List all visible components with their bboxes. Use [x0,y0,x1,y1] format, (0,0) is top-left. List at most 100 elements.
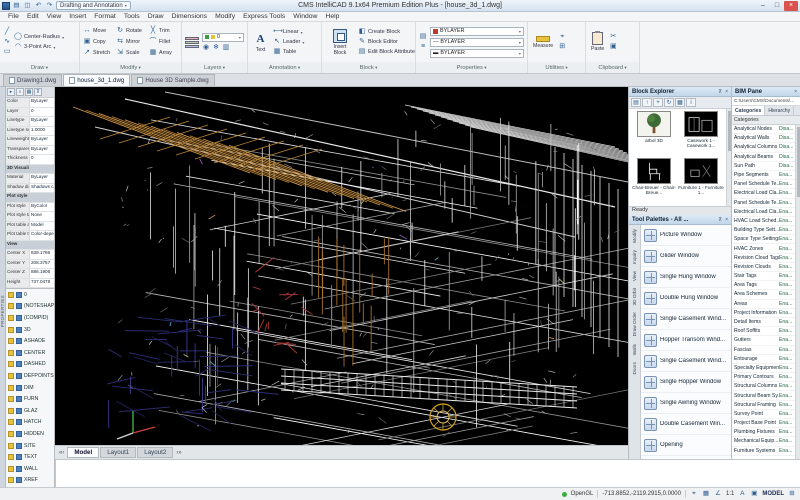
bim-category-row[interactable]: HVAC Load Sched... Ena... [732,217,795,226]
menu-item[interactable]: Express Tools [239,13,289,20]
layout-tab[interactable]: Layout1 [100,447,136,458]
tool-palette-item[interactable]: Single Hopper Window [641,372,731,393]
menu-item[interactable]: Modify [211,13,239,20]
tool-palette-item[interactable]: Hopper Transom Wind... [641,330,731,351]
refresh-icon[interactable]: ↻ [664,98,674,107]
text-button[interactable]: A Text [251,30,270,54]
layer-on-icon[interactable] [8,303,14,309]
bim-category-row[interactable]: HVAC Zones Ena... [732,244,795,253]
tool-palette-tab[interactable]: Doors [632,362,637,375]
bim-category-row[interactable]: Entourage Ena... [732,355,795,364]
layer-row[interactable]: (NOTESHAP) [6,301,54,313]
id-point-icon[interactable]: ⌖ [558,33,566,41]
property-row[interactable]: Linetype scale 1.0000 [6,127,54,137]
layer-row[interactable]: CENTER [6,347,54,359]
layer-on-icon[interactable] [8,338,14,344]
minimize-button[interactable]: – [756,1,770,11]
menu-item[interactable]: View [43,13,66,20]
close-icon[interactable]: × [725,89,728,95]
layer-row[interactable]: DIM [6,382,54,394]
bim-category-row[interactable]: Electrical Load Cla... Ena... [732,189,795,198]
tool-palette-item[interactable]: Glider Window [641,246,731,267]
trim-button[interactable]: ╳Trim [149,26,178,37]
menu-item[interactable]: Dimensions [168,13,212,20]
layer-row[interactable]: SITE [6,440,54,452]
properties-list-icon[interactable]: ≡ [419,43,427,51]
rotate-button[interactable]: ↻Rotate [116,26,145,37]
layer-on-icon[interactable] [8,361,14,367]
layer-color-icon[interactable] [16,361,22,367]
layer-color-icon[interactable] [16,466,22,472]
layer-color-icon[interactable] [16,396,22,402]
block-thumbnail-chair[interactable]: Chair-Breuer - Chair-Breue... [631,158,677,204]
tool-palette-item[interactable]: Single Casement Wind... [641,309,731,330]
create-block-button[interactable]: ◧Create Block [358,28,415,36]
property-row[interactable]: Center Z 886.1906 [6,269,54,279]
tool-palette-item[interactable]: Picture Window [641,225,731,246]
ribbon-group-label-annotation[interactable]: Annotation [248,62,321,73]
rectangle-icon[interactable]: ▭ [3,48,11,56]
layer-color-icon[interactable] [16,373,22,379]
layer-color-icon[interactable] [16,431,22,437]
layer-color-icon[interactable] [16,327,22,333]
layer-on-icon[interactable] [8,466,14,472]
layer-combo[interactable]: 0 ▾ [202,33,244,42]
close-button[interactable]: × [784,1,798,11]
property-row[interactable]: Plot style ByColor [6,203,54,213]
bim-category-row[interactable]: Sun Path Disa... [732,162,795,171]
array-button[interactable]: ▦Array [149,48,178,59]
property-row[interactable]: Linetype ByLayer [6,117,54,127]
command-line[interactable] [55,459,800,487]
layer-on-icon[interactable] [8,443,14,449]
bim-category-row[interactable]: Mechanical Equip... Ena... [732,437,795,446]
info-icon[interactable]: i [686,98,696,107]
fillet-button[interactable]: ⌒Fillet [149,37,178,48]
layer-on-icon[interactable] [8,431,14,437]
document-tab[interactable]: House 3D Sample.dwg [131,74,214,86]
layer-on-icon[interactable] [8,315,14,321]
bim-category-row[interactable]: Structural Beam Sy... Ena... [732,391,795,400]
layout-tab[interactable]: Model [67,447,99,458]
bim-category-row[interactable]: Analytical Columns Disa... [732,143,795,152]
layer-color-icon[interactable] [16,338,22,344]
property-row[interactable]: Color ByLayer [6,98,54,108]
up-level-icon[interactable]: ↑ [642,98,652,107]
menu-item[interactable]: Tools [120,13,144,20]
layer-row[interactable]: FURN [6,393,54,405]
model-space-toggle[interactable]: MODEL [762,491,784,497]
layer-row[interactable]: HATCH [6,417,54,429]
save-icon[interactable]: ◫ [23,1,32,10]
property-row[interactable]: Plot table type Color-depend... [6,231,54,241]
property-row[interactable]: 3D Visualization [6,165,54,175]
layer-color-icon[interactable] [16,303,22,309]
layer-on-icon[interactable] [8,419,14,425]
linear-dimension-button[interactable]: ⟷Linear▾ [273,28,318,36]
tool-palette-tab[interactable]: Modify [632,229,637,243]
tool-palette-item[interactable]: Single Hung Window [641,267,731,288]
layer-on-icon[interactable] [8,396,14,402]
layout-nav-arrows[interactable]: «‹ [57,450,66,456]
redo-icon[interactable]: ↷ [45,1,54,10]
layer-on-icon[interactable] [8,454,14,460]
tool-palette-tab[interactable]: Draw Order [632,312,637,336]
close-icon[interactable]: × [794,89,797,95]
pin-icon[interactable]: ⊼ [718,89,722,95]
bim-category-row[interactable]: Building Type Sett... Ena... [732,226,795,235]
layer-color-icon[interactable] [16,350,22,356]
block-explorer-header[interactable]: Block Explorer ⊼× [629,87,731,97]
tool-palette-item[interactable]: Single Awning Window [641,393,731,414]
layout-tab[interactable]: Layout2 [137,447,173,458]
bim-category-row[interactable]: Project Information Ena... [732,309,795,318]
layer-on-icon[interactable] [8,327,14,333]
layer-row[interactable]: ASHADE [6,335,54,347]
folder-icon[interactable]: ▤ [631,98,641,107]
paste-button[interactable]: Paste [589,31,606,53]
property-row[interactable]: Layer 0 [6,108,54,118]
stretch-button[interactable]: ↗Stretch [83,48,112,59]
block-thumbnail-arbol[interactable]: arbol 3D [631,111,677,157]
property-row[interactable]: Plot style [6,193,54,203]
workspace-switcher[interactable]: Drafting and Annotation ▾ [56,1,131,10]
leader-button[interactable]: ↖Leader▾ [273,38,318,46]
bim-category-row[interactable]: Panel Schedule Te... Ena... [732,180,795,189]
ribbon-group-label-layers[interactable]: Layers [182,62,247,73]
